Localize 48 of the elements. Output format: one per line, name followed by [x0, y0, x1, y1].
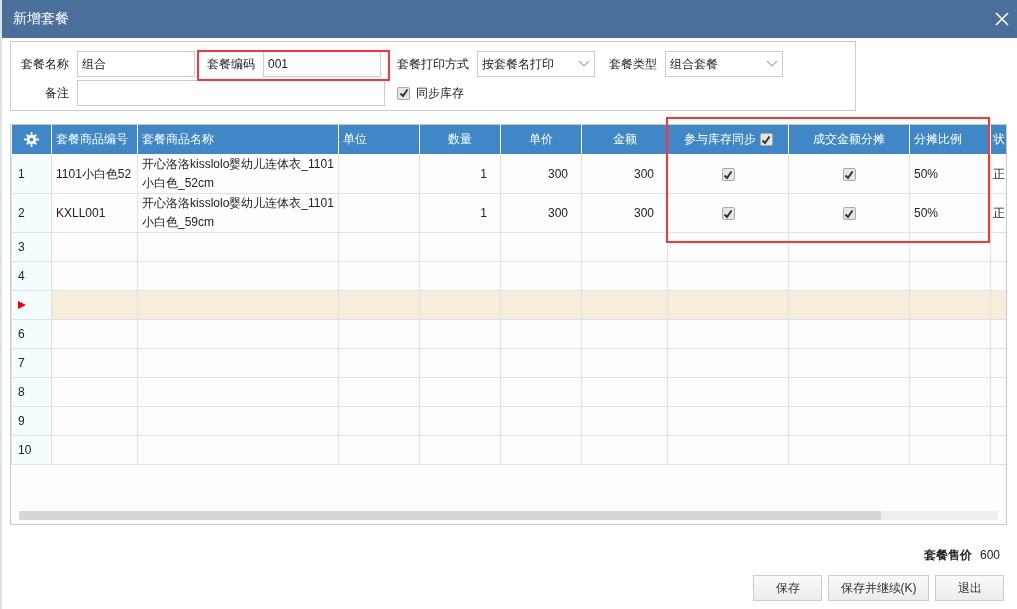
row-number: 4: [11, 261, 52, 291]
row-number: 7: [11, 348, 52, 378]
table-cell: 开心洛洛kisslolo婴幼儿连体衣_1101小白色_52cm: [142, 157, 334, 190]
dropdown[interactable]: 按套餐名打印: [477, 51, 595, 77]
column-header[interactable]: 分摊比例: [909, 125, 991, 155]
row-number: 6: [11, 319, 52, 349]
row-number: 3: [11, 232, 52, 262]
row-number: 2: [11, 193, 52, 233]
column-header[interactable]: 数量: [419, 125, 501, 155]
column-header[interactable]: 套餐商品名称: [137, 125, 339, 155]
table-cell: 300: [547, 205, 568, 220]
row-number: 9: [11, 406, 52, 436]
table-cell: 50%: [914, 166, 939, 181]
action-button[interactable]: 保存: [753, 575, 822, 601]
column-header[interactable]: 单价: [500, 125, 582, 155]
row-number: 8: [11, 377, 52, 407]
total-label: 套餐售价: [923, 546, 972, 564]
table-cell: 正: [993, 166, 1005, 181]
row-number: 10: [11, 435, 52, 465]
table-cell: 300: [633, 166, 654, 181]
table-cell: 300: [547, 166, 568, 181]
dropdown[interactable]: 组合套餐: [665, 51, 783, 77]
column-header[interactable]: 单位: [338, 125, 420, 155]
input-field[interactable]: 组合: [77, 51, 195, 77]
table-cell: KXLL001: [56, 205, 106, 220]
total-value: 600: [979, 548, 1000, 562]
action-button[interactable]: 退出: [935, 575, 1004, 601]
checkbox-label: 同步库存: [416, 84, 464, 102]
table-cell: 300: [633, 205, 654, 220]
table-cell: 正: [993, 205, 1005, 220]
action-button[interactable]: 保存并继续(K): [828, 575, 929, 601]
column-header[interactable]: 成交金额分摊: [788, 125, 910, 155]
field-label: 套餐打印方式: [397, 55, 470, 73]
field-label: 套餐编码: [207, 55, 256, 73]
row-number: 1: [11, 154, 52, 194]
table-cell: 1: [480, 166, 487, 181]
column-header[interactable]: 参与库存同步: [667, 125, 789, 155]
window-title: 新增套餐: [13, 10, 69, 28]
column-header[interactable]: 套餐商品编号: [51, 125, 138, 155]
column-header[interactable]: 金额: [581, 125, 668, 155]
table-cell: 1: [480, 205, 487, 220]
table-cell: 1101小白色52: [56, 166, 132, 181]
field-label: 备注: [45, 84, 70, 102]
input-field[interactable]: 001: [263, 51, 381, 77]
field-label: 套餐类型: [609, 55, 658, 73]
field-label: 套餐名称: [21, 55, 70, 73]
table-cell: 50%: [914, 205, 939, 220]
table-cell: 开心洛洛kisslolo婴幼儿连体衣_1101小白色_59cm: [142, 196, 334, 229]
